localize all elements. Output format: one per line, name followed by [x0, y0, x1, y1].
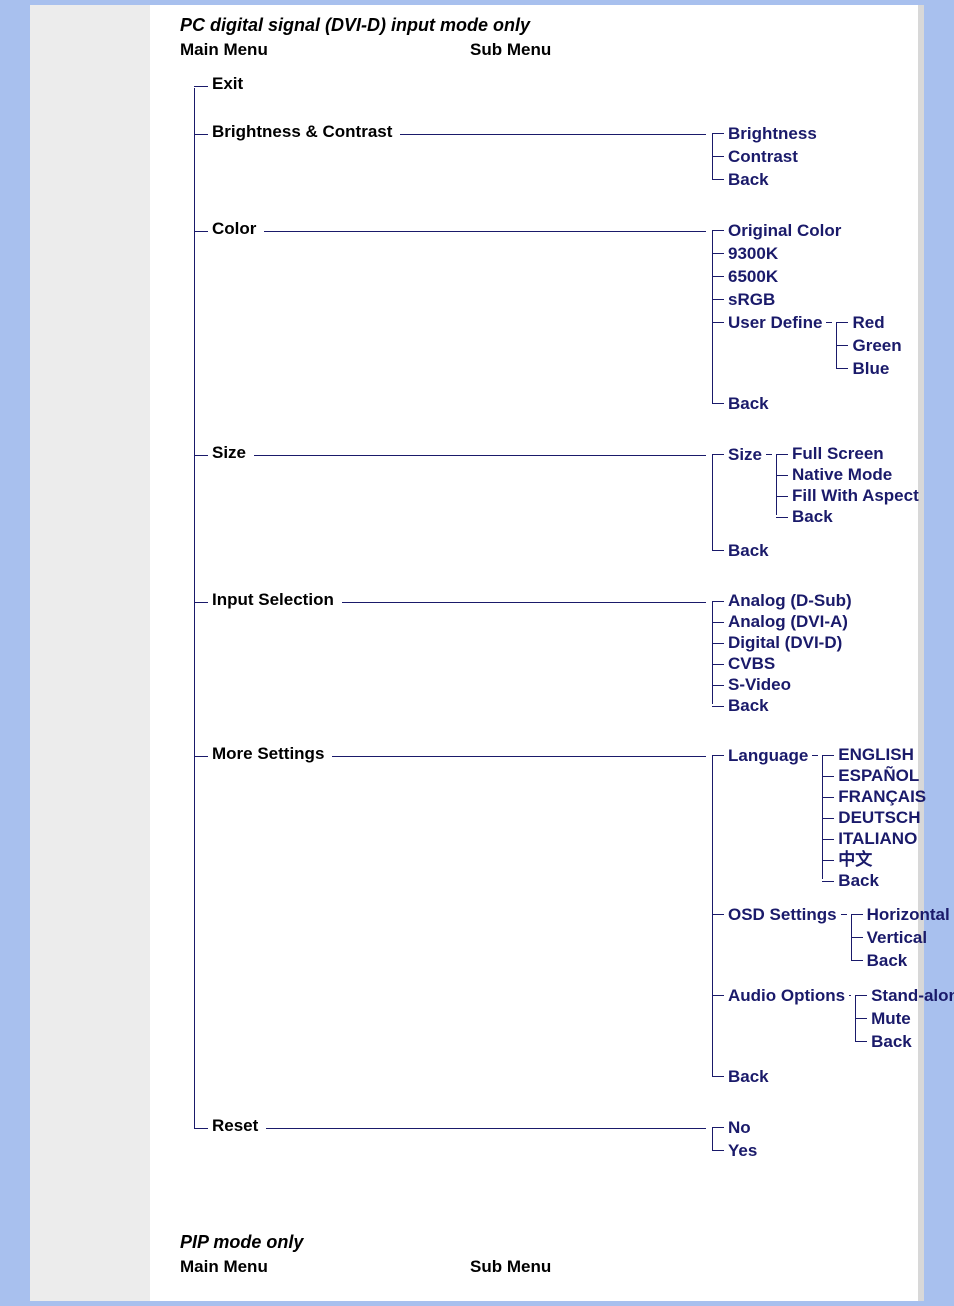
sub-digital-dvid: Digital (DVI-D) [724, 632, 898, 653]
sub-user-define: User Define [728, 311, 822, 334]
sub-osd-back: Back [863, 949, 954, 972]
menu-reset: Reset [212, 1116, 264, 1136]
menu-more-settings: More Settings [212, 744, 330, 764]
sub-color-back: Back [724, 392, 898, 415]
sub-fill-with-aspect: Fill With Aspect [788, 485, 926, 506]
sub-brightness: Brightness [724, 122, 898, 145]
sub-analog-dsub: Analog (D-Sub) [724, 590, 898, 611]
sub-blue: Blue [848, 357, 954, 380]
sub-language: Language [728, 744, 808, 767]
menu-brightness-contrast: Brightness & Contrast [212, 122, 398, 142]
sub-analog-dvia: Analog (DVI-A) [724, 611, 898, 632]
section-title-dvid: PC digital signal (DVI-D) input mode onl… [180, 15, 898, 36]
sub-back: Back [724, 168, 898, 191]
sub-srgb: sRGB [724, 288, 898, 311]
sub-mute: Mute [867, 1007, 954, 1030]
menu-exit: Exit [212, 74, 249, 94]
sub-reset-yes: Yes [724, 1139, 898, 1162]
sub-deutsch: DEUTSCH [834, 807, 954, 828]
sub-native-mode: Native Mode [788, 464, 926, 485]
header-sub-menu: Sub Menu [470, 40, 551, 60]
sub-stand-alone: Stand-alone [867, 984, 954, 1007]
section-title-pip: PIP mode only [180, 1232, 898, 1253]
header-sub-menu-2: Sub Menu [470, 1257, 551, 1277]
sub-horizontal: Horizontal [863, 903, 954, 926]
header-main-menu: Main Menu [180, 40, 470, 60]
sub-lang-back: Back [834, 870, 954, 891]
sub-contrast: Contrast [724, 145, 898, 168]
header-main-menu-2: Main Menu [180, 1257, 470, 1277]
sub-full-screen: Full Screen [788, 443, 926, 464]
sub-audio-options: Audio Options [728, 984, 845, 1007]
menu-size: Size [212, 443, 252, 463]
sub-more-back: Back [724, 1065, 898, 1088]
sub-italiano: ITALIANO [834, 828, 954, 849]
sub-size-back2: Back [724, 539, 898, 562]
sub-9300k: 9300K [724, 242, 898, 265]
sub-english: ENGLISH [834, 744, 954, 765]
sub-6500k: 6500K [724, 265, 898, 288]
sub-input-back: Back [724, 695, 898, 716]
sub-francais: FRANÇAIS [834, 786, 954, 807]
sub-espanol: ESPAÑOL [834, 765, 954, 786]
sub-audio-back: Back [867, 1030, 954, 1053]
sub-chinese: 中文 [834, 849, 954, 870]
sub-size: Size [728, 443, 762, 466]
sub-osd-settings: OSD Settings [728, 903, 837, 926]
menu-input-selection: Input Selection [212, 590, 340, 610]
sub-red: Red [848, 311, 954, 334]
menu-tree-dvid: Exit Brightness & Contrast Brightness Co… [194, 74, 898, 1172]
sub-vertical: Vertical [863, 926, 954, 949]
sub-svideo: S-Video [724, 674, 898, 695]
sub-green: Green [848, 334, 954, 357]
menu-color: Color [212, 219, 262, 239]
sub-reset-no: No [724, 1116, 898, 1139]
sub-cvbs: CVBS [724, 653, 898, 674]
sub-original-color: Original Color [724, 219, 898, 242]
sub-size-back: Back [788, 506, 926, 527]
